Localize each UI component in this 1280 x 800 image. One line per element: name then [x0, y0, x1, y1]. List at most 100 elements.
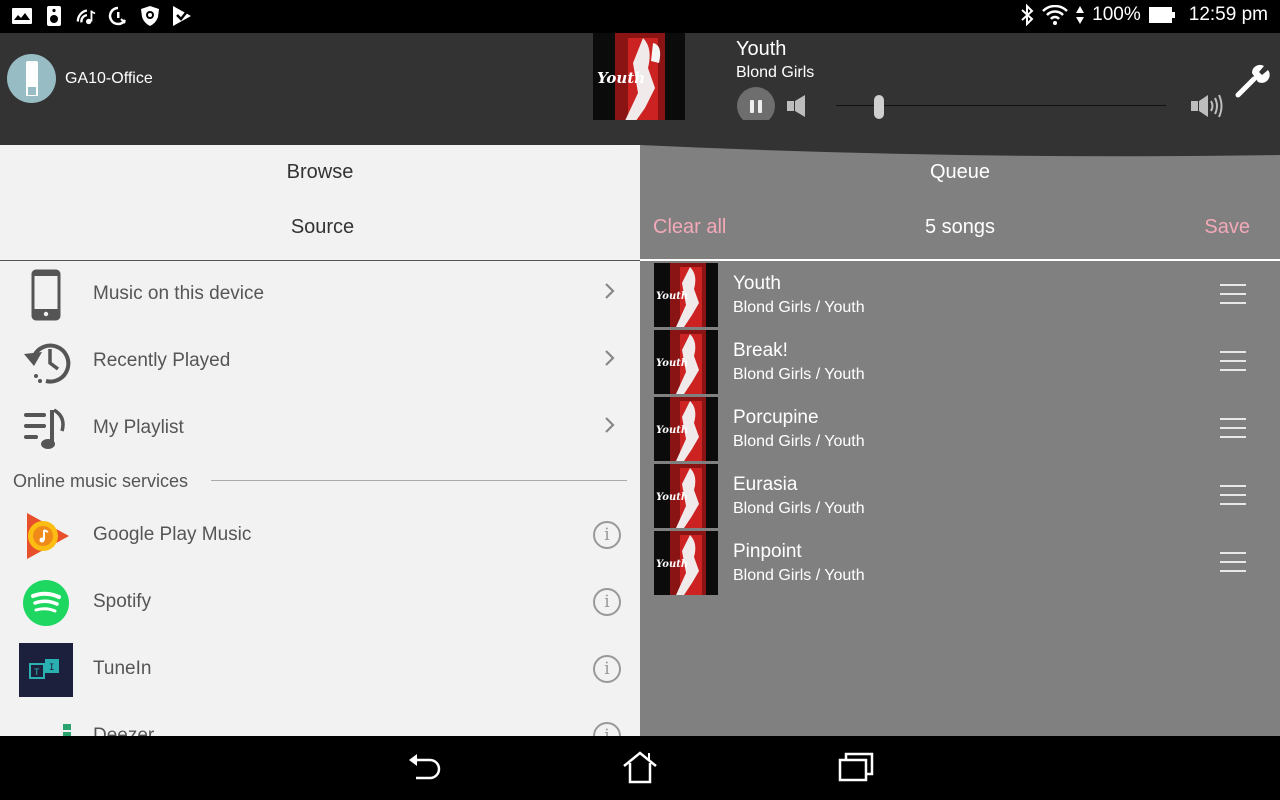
svg-text:Youth: Youth: [656, 492, 688, 503]
browse-item-label: Music on this device: [93, 283, 265, 304]
shield-icon: [140, 6, 160, 26]
queue-item-title: Eurasia: [733, 474, 798, 495]
back-button[interactable]: [406, 750, 442, 784]
service-label: TuneIn: [93, 658, 152, 679]
queue-item-title: Break!: [733, 340, 788, 361]
queue-item[interactable]: Youth Porcupine Blond Girls / Youth: [640, 395, 1280, 462]
speed-test-icon: [108, 6, 128, 26]
google-play-music-icon: [18, 510, 74, 562]
pause-icon-bar: [758, 99, 762, 113]
check-flag-icon: [172, 6, 192, 26]
save-queue-button[interactable]: Save: [1204, 216, 1250, 239]
service-google-play-music[interactable]: Google Play Music i: [0, 502, 640, 569]
gallery-icon: [12, 6, 32, 26]
battery-icon: [1148, 7, 1175, 23]
drag-handle-icon[interactable]: [1220, 351, 1246, 371]
drag-handle-icon[interactable]: [1220, 485, 1246, 505]
info-icon[interactable]: i: [593, 521, 621, 549]
queue-item[interactable]: Youth Break! Blond Girls / Youth: [640, 328, 1280, 395]
header-wave: [0, 120, 1280, 157]
chevron-right-icon: [605, 283, 615, 299]
queue-item-album-art: Youth: [654, 263, 718, 327]
queue-item-album-art: Youth: [654, 330, 718, 394]
browse-item-recently-played[interactable]: Recently Played: [0, 328, 640, 395]
queue-item-album-art: Youth: [654, 464, 718, 528]
queue-item-subtitle: Blond Girls / Youth: [733, 433, 865, 450]
data-arrows-icon: [1076, 6, 1085, 24]
info-icon[interactable]: i: [593, 588, 621, 616]
clock: 12:59 pm: [1188, 4, 1268, 25]
service-tunein[interactable]: TI TuneIn i: [0, 636, 640, 703]
playlist-icon: [18, 403, 74, 455]
browse-item-label: Recently Played: [93, 350, 231, 371]
recent-apps-button[interactable]: [838, 750, 874, 784]
svg-text:Youth: Youth: [597, 69, 645, 87]
svg-text:Youth: Youth: [656, 291, 688, 302]
queue-item-subtitle: Blond Girls / Youth: [733, 299, 865, 316]
browse-item-music-on-device[interactable]: Music on this device: [0, 261, 640, 328]
queue-item-title: Porcupine: [733, 407, 819, 428]
volume-down-icon[interactable]: [786, 94, 808, 118]
deezer-icon: [18, 711, 74, 736]
online-services-heading: Online music services: [13, 471, 189, 491]
browse-panel: Browse Source Music on this device Recen…: [0, 145, 640, 736]
now-playing-title: Youth: [736, 38, 787, 60]
now-playing-artist: Blond Girls: [736, 64, 815, 81]
drag-handle-icon[interactable]: [1220, 552, 1246, 572]
drag-handle-icon[interactable]: [1220, 284, 1246, 304]
svg-text:T: T: [34, 668, 40, 678]
queue-item-subtitle: Blond Girls / Youth: [733, 366, 865, 383]
home-button[interactable]: [622, 750, 658, 784]
service-label: Deezer: [93, 725, 155, 736]
service-label: Spotify: [93, 591, 152, 612]
phone-icon: [18, 269, 74, 321]
queue-count: 5 songs: [924, 216, 996, 238]
browse-item-label: My Playlist: [93, 417, 184, 438]
chevron-right-icon: [605, 350, 615, 366]
queue-title: Queue: [929, 161, 991, 183]
volume-up-icon[interactable]: [1190, 92, 1224, 120]
drag-handle-icon[interactable]: [1220, 418, 1246, 438]
queue-item-album-art: Youth: [654, 531, 718, 595]
volume-slider[interactable]: [836, 105, 1166, 106]
svg-text:Youth: Youth: [656, 425, 688, 436]
album-art[interactable]: Youth: [593, 33, 685, 126]
browse-title: Browse: [286, 161, 354, 183]
volume-slider-thumb[interactable]: [873, 95, 884, 119]
info-icon[interactable]: i: [593, 655, 621, 683]
speaker-icon: [44, 6, 64, 26]
queue-item-album-art: Youth: [654, 397, 718, 461]
queue-item[interactable]: Youth Pinpoint Blond Girls / Youth: [640, 529, 1280, 596]
wrench-settings-icon[interactable]: [1234, 63, 1270, 99]
chevron-right-icon: [605, 417, 615, 433]
svg-text:I: I: [49, 663, 54, 673]
queue-item-title: Youth: [733, 273, 781, 294]
tunein-icon: TI: [18, 643, 74, 697]
svg-text:Youth: Youth: [656, 559, 688, 570]
device-avatar[interactable]: [7, 54, 56, 103]
queue-item[interactable]: Youth Eurasia Blond Girls / Youth: [640, 462, 1280, 529]
source-subtitle: Source: [290, 216, 355, 238]
wifi-icon: [1042, 5, 1069, 25]
service-spotify[interactable]: Spotify i: [0, 569, 640, 636]
system-nav-bar: [0, 736, 1280, 800]
browse-item-my-playlist[interactable]: My Playlist: [0, 395, 640, 462]
history-icon: [18, 336, 74, 388]
spotify-icon: [18, 577, 74, 629]
queue-item-subtitle: Blond Girls / Youth: [733, 500, 865, 517]
service-deezer[interactable]: Deezer i: [0, 703, 640, 736]
service-label: Google Play Music: [93, 524, 252, 545]
bluetooth-icon: [1020, 4, 1034, 26]
wifi-music-icon: [76, 6, 96, 26]
svg-text:Youth: Youth: [656, 358, 688, 369]
status-bar: 100% 12:59 pm: [0, 0, 1280, 33]
section-divider: [211, 480, 627, 481]
battery-percent: 100%: [1092, 4, 1141, 25]
speaker-device-icon: [26, 61, 38, 96]
device-name[interactable]: GA10-Office: [65, 70, 153, 88]
info-icon[interactable]: i: [593, 722, 621, 736]
queue-item[interactable]: Youth Youth Blond Girls / Youth: [640, 261, 1280, 328]
queue-item-title: Pinpoint: [733, 541, 802, 562]
queue-panel: Queue Clear all 5 songs Save Youth Youth…: [640, 145, 1280, 736]
pause-icon: [750, 99, 754, 113]
